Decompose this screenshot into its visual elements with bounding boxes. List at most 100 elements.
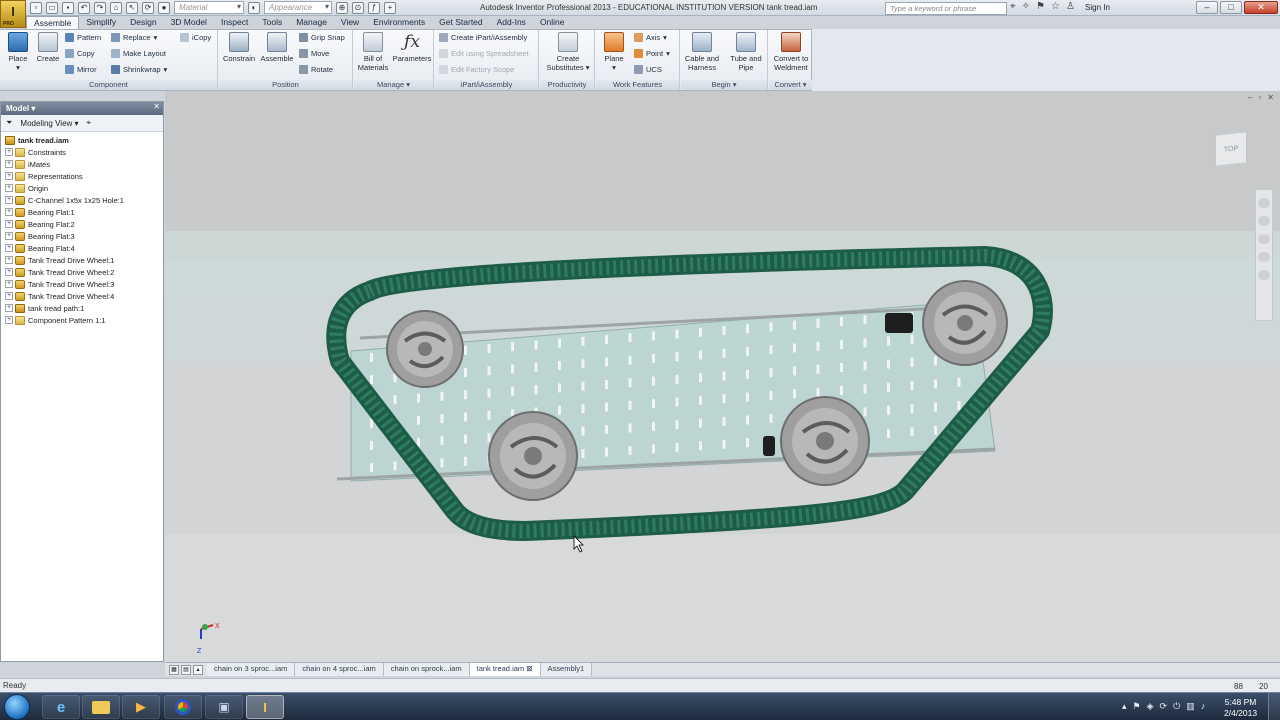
expand-icon[interactable]: + [5,244,13,252]
open-icon[interactable]: ▭ [46,1,58,14]
doc-tab[interactable]: tank tread.iam ⊠ [469,663,541,676]
media-player-icon[interactable]: ▶ [122,695,160,719]
tree-node[interactable]: + Component Pattern 1:1 [5,314,159,326]
file-explorer-icon[interactable] [82,695,120,719]
ribbon-tab-design[interactable]: Design [123,16,163,29]
ribbon-tab-manage[interactable]: Manage [289,16,334,29]
ribbon-tab-simplify[interactable]: Simplify [79,16,123,29]
undo-icon[interactable]: ↶ [78,1,90,14]
network-app-icon[interactable]: ▣ [205,695,243,719]
cascade-icon[interactable]: ▤ [181,664,191,675]
filter-icon[interactable]: ⏷ [6,118,12,128]
bill-of-materials-button[interactable]: Bill of Materials [356,32,390,72]
look-at-icon[interactable] [1258,270,1270,280]
new-icon[interactable]: ▫ [30,1,42,14]
vp-minimize-icon[interactable]: – [1248,93,1252,102]
measure-icon[interactable]: ⊕ [336,1,348,14]
ribbon-tab-environments[interactable]: Environments [366,16,432,29]
tree-node[interactable]: + Constraints [5,146,159,158]
maximize-button[interactable]: □ [1220,1,1242,14]
start-button[interactable] [4,694,30,720]
point-button[interactable]: Point ▾ [634,49,670,58]
tree-node[interactable]: + Origin [5,182,159,194]
doc-tab[interactable]: chain on 4 sproc...iam [295,663,384,676]
ribbon-tab-tools[interactable]: Tools [255,16,289,29]
ucs-button[interactable]: UCS [634,65,662,74]
search-input[interactable]: Type a keyword or phrase [885,2,1007,15]
place-button[interactable]: Place ▾ [6,32,30,72]
ribbon-tab-get-started[interactable]: Get Started [432,16,489,29]
tree-node[interactable]: + Tank Tread Drive Wheel:4 [5,290,159,302]
tree-node[interactable]: + Bearing Flat:4 [5,242,159,254]
power-icon[interactable]: ⏻ [1173,701,1180,712]
create-substitutes-button[interactable]: Create Substitutes ▾ [544,32,592,72]
vp-restore-icon[interactable]: ▫ [1258,93,1261,102]
begin-group-title[interactable]: Begin ▾ [681,80,767,90]
tile-icon[interactable]: ▦ [169,664,179,675]
convert-weldment-button[interactable]: Convert to Weldment [770,32,812,72]
tree-node[interactable]: + Tank Tread Drive Wheel:1 [5,254,159,266]
appearance-icon[interactable]: ◐ [248,1,260,14]
expand-icon[interactable]: + [5,256,13,264]
create-button[interactable]: Create [35,32,61,63]
rotate-button[interactable]: Rotate [299,65,333,74]
ribbon-tab-inspect[interactable]: Inspect [214,16,255,29]
browser-close-icon[interactable]: ✕ [153,102,160,111]
subscription-icon[interactable]: ✧ [1022,1,1030,12]
icopy-button[interactable]: iCopy [180,33,211,42]
add-icon[interactable]: + [384,1,396,14]
favorites-icon[interactable]: ☆ [1051,1,1060,12]
tree-node[interactable]: + tank tread path:1 [5,302,159,314]
drive-wheel-1[interactable] [386,310,464,388]
make-layout-button[interactable]: Make Layout [111,49,166,58]
axis-button[interactable]: Axis ▾ [634,33,667,42]
edit-spreadsheet-button[interactable]: Edit using Spreadsheet [439,49,529,58]
expand-icon[interactable]: + [5,196,13,204]
app-logo[interactable]: I PRO [0,0,26,28]
tree-root[interactable]: tank tread.iam [5,134,159,146]
expand-icon[interactable]: + [5,172,13,180]
tree-node[interactable]: + C-Channel 1x5x 1x25 Hole:1 [5,194,159,206]
taskbar-clock[interactable]: 5:48 PM 2/4/2013 [1224,697,1257,719]
expand-icon[interactable]: + [5,316,13,324]
tree-node[interactable]: + Tank Tread Drive Wheel:3 [5,278,159,290]
fx-icon[interactable]: ƒ [368,1,380,14]
doc-tab[interactable]: chain on sprock...iam [383,663,470,676]
appearance-dropdown[interactable]: Appearance [264,1,332,14]
ribbon-tab-add-ins[interactable]: Add-Ins [490,16,533,29]
expand-icon[interactable]: + [5,148,13,156]
grip-snap-button[interactable]: Grip Snap [299,33,345,42]
ribbon-tab-view[interactable]: View [334,16,366,29]
drive-wheel-3[interactable] [488,411,578,501]
sign-in-link[interactable]: Sign In [1085,3,1110,12]
expand-icon[interactable]: + [5,160,13,168]
manage-group-title[interactable]: Manage ▾ [354,80,433,90]
minimize-button[interactable]: – [1196,1,1218,14]
redo-icon[interactable]: ↷ [94,1,106,14]
steering-wheel-icon[interactable] [1258,198,1270,208]
tree-node[interactable]: + Representations [5,170,159,182]
doc-tab[interactable]: Assembly1 [540,663,593,676]
zoom-icon[interactable]: ⊙ [352,1,364,14]
create-ipart-button[interactable]: Create iPart/iAssembly [439,33,527,42]
ribbon-tab-assemble[interactable]: Assemble [26,16,80,29]
expand-icon[interactable]: + [5,220,13,228]
plane-button[interactable]: Plane ▾ [600,32,628,72]
convert-group-title[interactable]: Convert ▾ [769,80,812,90]
viewcube[interactable]: TOP [1215,131,1247,167]
zoom-icon[interactable] [1258,234,1270,244]
expand-icon[interactable]: + [5,280,13,288]
expand-icon[interactable]: + [5,304,13,312]
doc-list-icon[interactable]: ▴ [193,664,203,675]
volume-icon[interactable]: ♪ [1201,701,1206,712]
inventor-taskbar-icon[interactable]: I [246,695,284,719]
pattern-button[interactable]: Pattern [65,33,101,42]
select-icon[interactable]: ↖ [126,1,138,14]
browser-header[interactable]: Model ▾ ✕ [1,102,163,115]
expand-icon[interactable]: + [5,292,13,300]
parameters-button[interactable]: ƒx Parameters [391,32,433,63]
tree-node[interactable]: + iMates [5,158,159,170]
doc-tab-close-icon[interactable]: ⊠ [524,664,532,673]
tree-node[interactable]: + Bearing Flat:2 [5,218,159,230]
view-mode-dropdown[interactable]: Modeling View ▾ [20,119,78,128]
